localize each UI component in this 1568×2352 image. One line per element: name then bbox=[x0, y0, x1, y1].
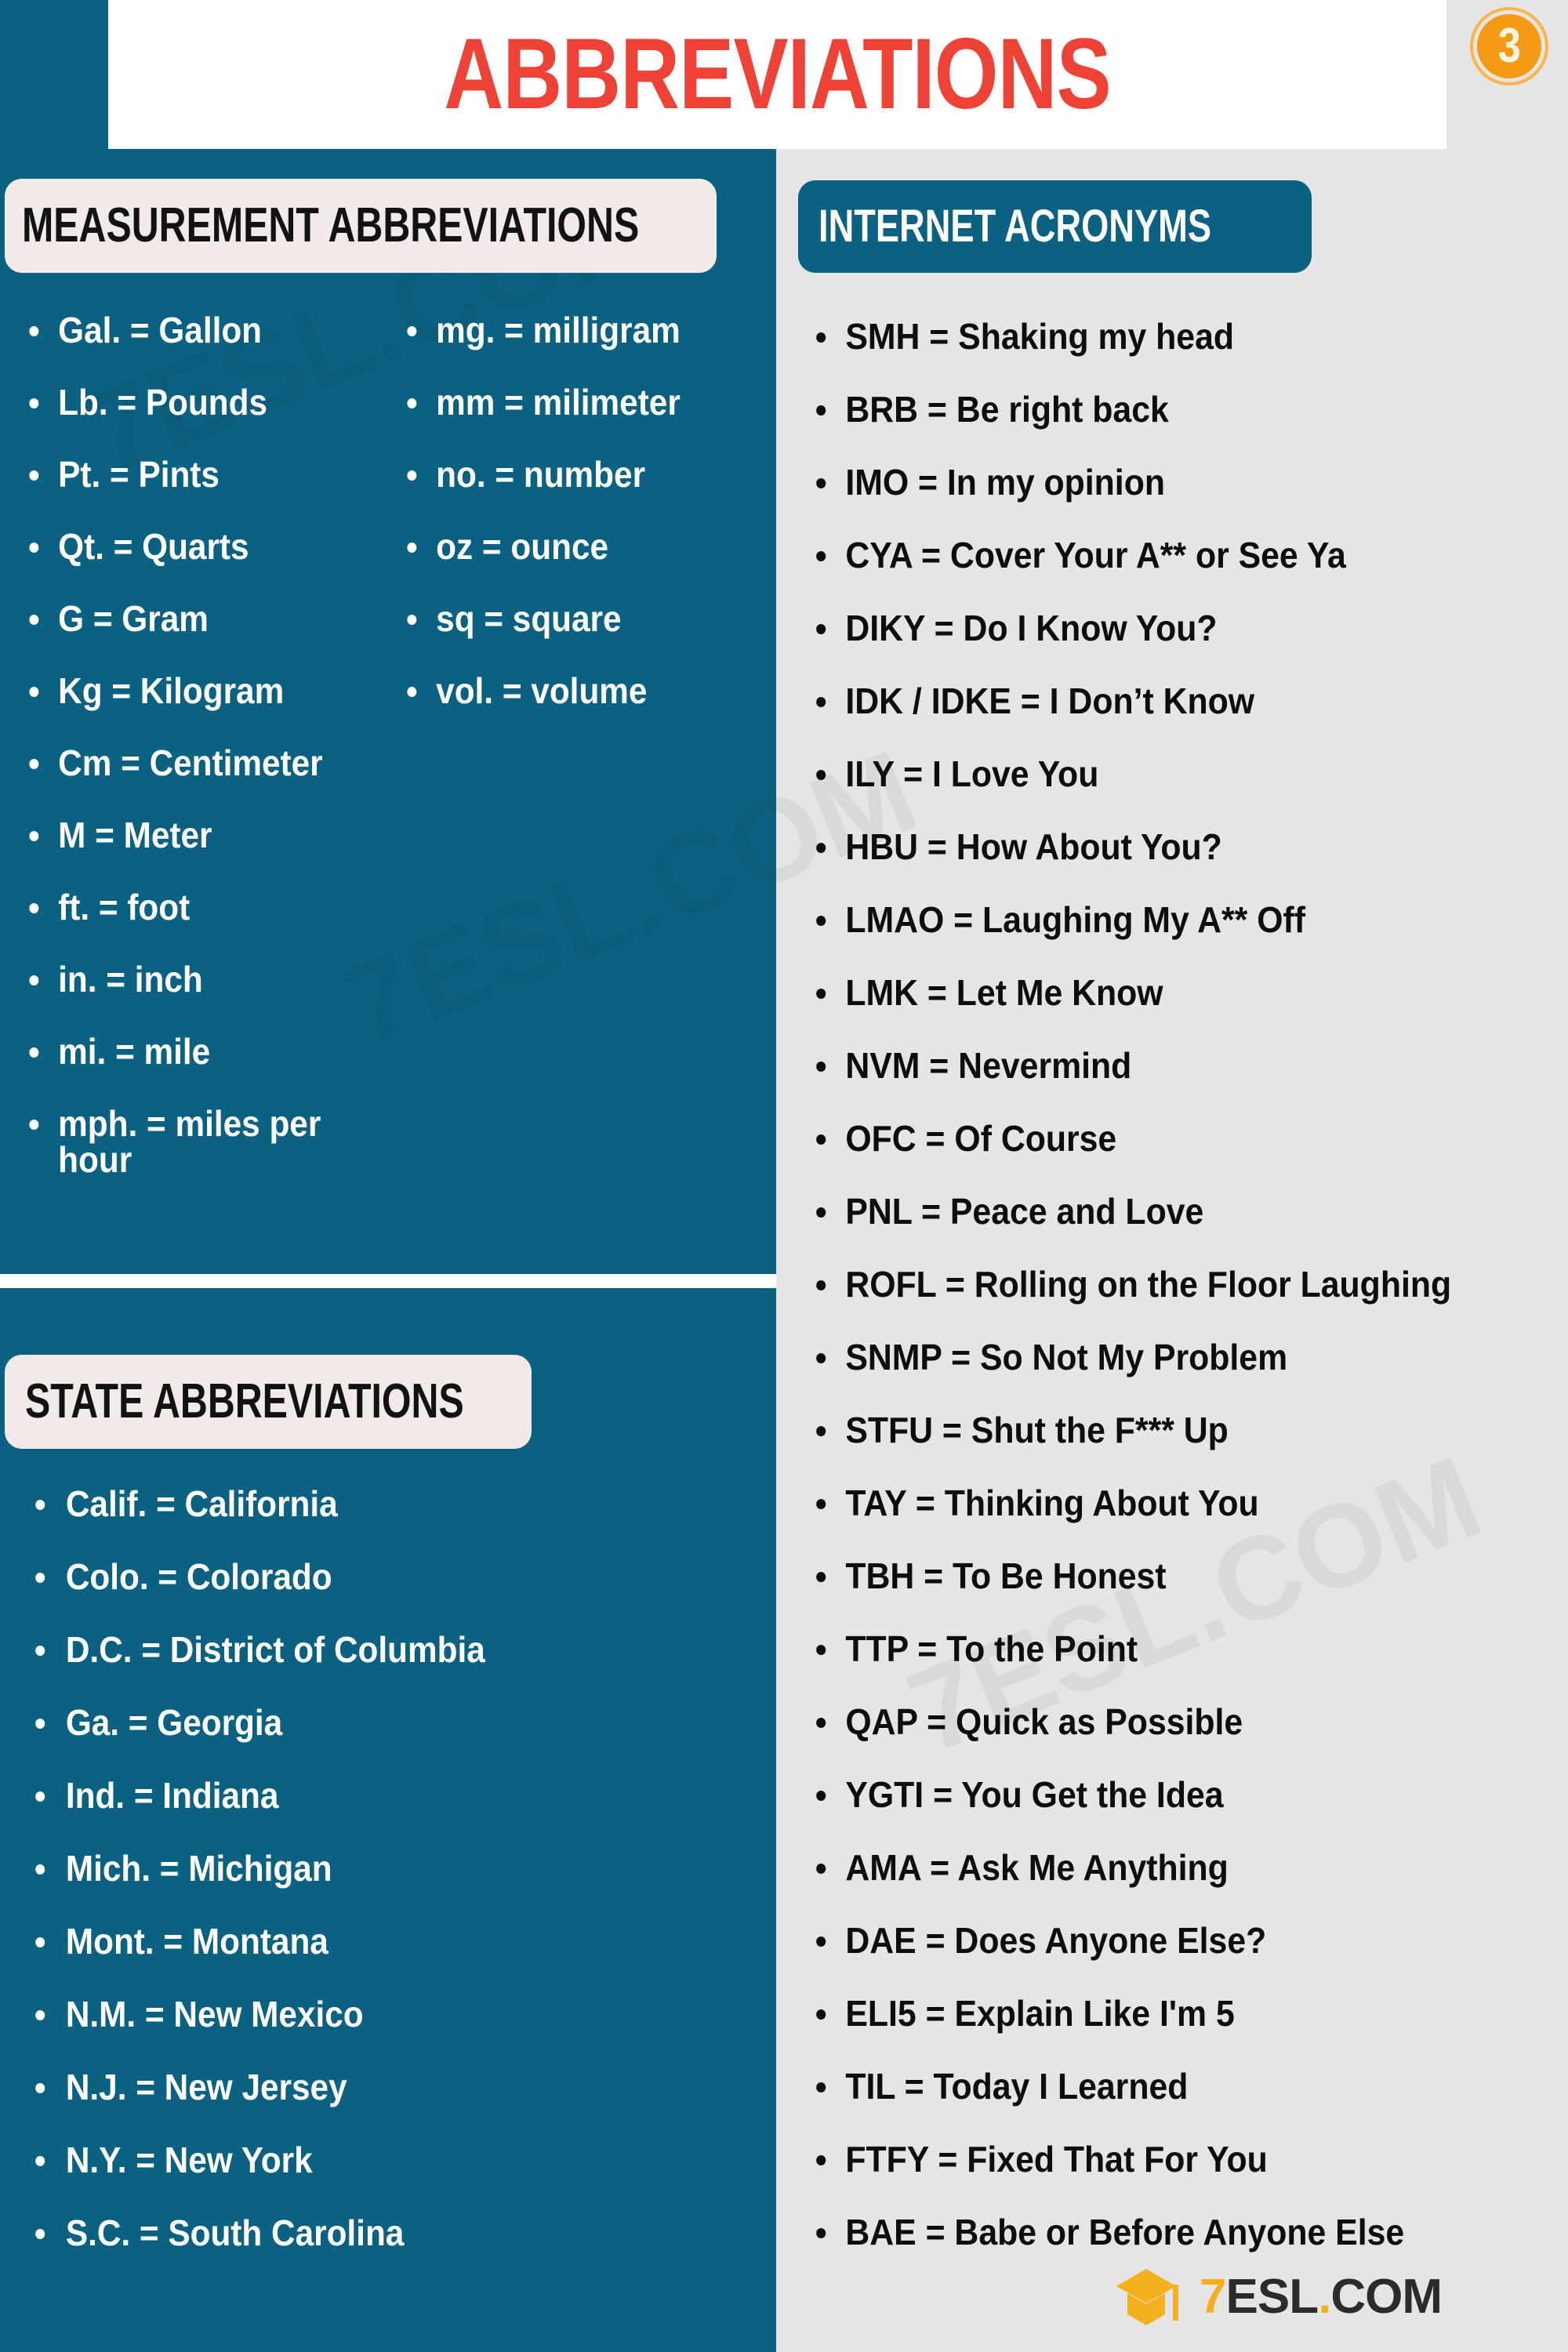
measurement-list-item: oz = ounce bbox=[401, 528, 740, 564]
measurement-list-item: Pt. = Pints bbox=[24, 456, 362, 492]
title-bar: ABBREVIATIONS bbox=[108, 0, 1446, 149]
measurement-list-item: Qt. = Quarts bbox=[24, 528, 362, 564]
logo-com: COM bbox=[1330, 2270, 1443, 2324]
state-list-item: Mich. = Michigan bbox=[28, 1850, 699, 1886]
internet-acronym-item: SMH = Shaking my head bbox=[808, 318, 1511, 354]
state-list-item: Mont. = Montana bbox=[28, 1923, 699, 1959]
state-heading-pill: STATE ABBREVIATIONS bbox=[5, 1355, 532, 1449]
page-title: ABBREVIATIONS bbox=[444, 18, 1111, 130]
measurement-list-item: no. = number bbox=[401, 456, 740, 492]
state-list-item: N.M. = New Mexico bbox=[28, 1996, 699, 2032]
internet-acronym-item: YGTI = You Get the Idea bbox=[808, 1777, 1511, 1813]
internet-acronym-list: SMH = Shaking my head BRB = Be right back… bbox=[808, 318, 1564, 2287]
measurement-list-item: Lb. = Pounds bbox=[24, 384, 362, 420]
measurement-list-item: Kg = Kilogram bbox=[24, 673, 362, 709]
measurement-list-item: Gal. = Gallon bbox=[24, 312, 362, 348]
state-list-item: Calif. = California bbox=[28, 1486, 699, 1522]
measurement-list-item: mm = milimeter bbox=[401, 384, 740, 420]
logo-esl: ESL bbox=[1225, 2270, 1319, 2324]
state-heading-label: STATE ABBREVIATIONS bbox=[25, 1374, 464, 1428]
internet-acronym-item: QAP = Quick as Possible bbox=[808, 1704, 1511, 1740]
measurement-list-item: mph. = miles per hour bbox=[24, 1105, 362, 1178]
internet-acronym-item: LMAO = Laughing My A** Off bbox=[808, 902, 1511, 938]
measurement-heading-label: MEASUREMENT ABBREVIATIONS bbox=[22, 198, 640, 252]
internet-acronym-item: SNMP = So Not My Problem bbox=[808, 1339, 1511, 1375]
internet-acronym-item: IDK / IDKE = I Don’t Know bbox=[808, 683, 1511, 719]
internet-acronym-item: ROFL = Rolling on the Floor Laughing bbox=[808, 1266, 1511, 1302]
state-list-item: D.C. = District of Columbia bbox=[28, 1632, 699, 1668]
internet-acronym-item: AMA = Ask Me Anything bbox=[808, 1849, 1511, 1886]
state-list-item: Ind. = Indiana bbox=[28, 1777, 699, 1813]
internet-acronym-item: TIL = Today I Learned bbox=[808, 2068, 1511, 2104]
section-divider bbox=[0, 1274, 776, 1288]
graduation-cap-icon bbox=[1116, 2269, 1178, 2325]
site-logo[interactable]: 7 ESL. COM bbox=[1116, 2267, 1443, 2327]
internet-acronym-item: ELI5 = Explain Like I'm 5 bbox=[808, 1995, 1511, 2031]
state-list-item: S.C. = South Carolina bbox=[28, 2215, 699, 2251]
measurement-list-column-right: mg. = milligram mm = milimeter no. = numbe… bbox=[401, 312, 770, 745]
internet-acronym-item: ILY = I Love You bbox=[808, 756, 1511, 792]
measurement-list-item: Cm = Centimeter bbox=[24, 745, 362, 781]
internet-acronym-item: NVM = Nevermind bbox=[808, 1047, 1511, 1083]
internet-acronym-item: LMK = Let Me Know bbox=[808, 975, 1511, 1011]
page-number-badge: 3 bbox=[1477, 14, 1541, 78]
internet-acronym-item: DIKY = Do I Know You? bbox=[808, 610, 1511, 646]
internet-acronym-item: TTP = To the Point bbox=[808, 1631, 1511, 1667]
internet-acronym-item: STFU = Shut the F*** Up bbox=[808, 1412, 1511, 1448]
logo-seven: 7 bbox=[1200, 2270, 1226, 2324]
page-number-badge-label: 3 bbox=[1497, 19, 1521, 73]
measurement-list-item: M = Meter bbox=[24, 817, 362, 853]
state-list-item: Colo. = Colorado bbox=[28, 1559, 699, 1595]
internet-acronym-item: CYA = Cover Your A** or See Ya bbox=[808, 537, 1511, 573]
state-list-item: N.Y. = New York bbox=[28, 2142, 699, 2178]
measurement-list-item: vol. = volume bbox=[401, 673, 740, 709]
poster-canvas: 7ESL.COM 7ESL.COM 7ESL.COM ABBREVIATIONS… bbox=[0, 0, 1568, 2352]
internet-heading-label: INTERNET ACRONYMS bbox=[818, 201, 1212, 252]
measurement-list-item: sq = square bbox=[401, 601, 740, 637]
measurement-list-column-left: Gal. = Gallon Lb. = Pounds Pt. = Pints Qt. … bbox=[24, 312, 392, 1214]
measurement-list-item: in. = inch bbox=[24, 961, 362, 997]
internet-acronym-item: BAE = Babe or Before Anyone Else bbox=[808, 2214, 1511, 2250]
state-list: Calif. = California Colo. = Colorado D.C. … bbox=[28, 1486, 757, 2288]
internet-acronym-item: OFC = Of Course bbox=[808, 1120, 1511, 1156]
internet-acronym-item: HBU = How About You? bbox=[808, 829, 1511, 865]
measurement-list-item: ft. = foot bbox=[24, 889, 362, 925]
measurement-list-item: G = Gram bbox=[24, 601, 362, 637]
internet-acronym-item: TBH = To Be Honest bbox=[808, 1558, 1511, 1594]
site-logo-text: 7 ESL. COM bbox=[1200, 2270, 1443, 2324]
measurement-heading-pill: MEASUREMENT ABBREVIATIONS bbox=[5, 179, 717, 273]
internet-acronym-item: FTFY = Fixed That For You bbox=[808, 2141, 1511, 2177]
internet-acronym-item: DAE = Does Anyone Else? bbox=[808, 1922, 1511, 1958]
state-list-item: Ga. = Georgia bbox=[28, 1704, 699, 1740]
internet-acronym-item: PNL = Peace and Love bbox=[808, 1193, 1511, 1229]
state-list-item: N.J. = New Jersey bbox=[28, 2069, 699, 2105]
internet-acronym-item: BRB = Be right back bbox=[808, 391, 1511, 427]
internet-acronym-item: TAY = Thinking About You bbox=[808, 1485, 1511, 1521]
measurement-list-item: mi. = mile bbox=[24, 1033, 362, 1069]
internet-acronym-item: IMO = In my opinion bbox=[808, 464, 1511, 500]
internet-heading-pill: INTERNET ACRONYMS bbox=[798, 180, 1312, 273]
logo-dot: . bbox=[1318, 2270, 1331, 2324]
measurement-list-item: mg. = milligram bbox=[401, 312, 740, 348]
